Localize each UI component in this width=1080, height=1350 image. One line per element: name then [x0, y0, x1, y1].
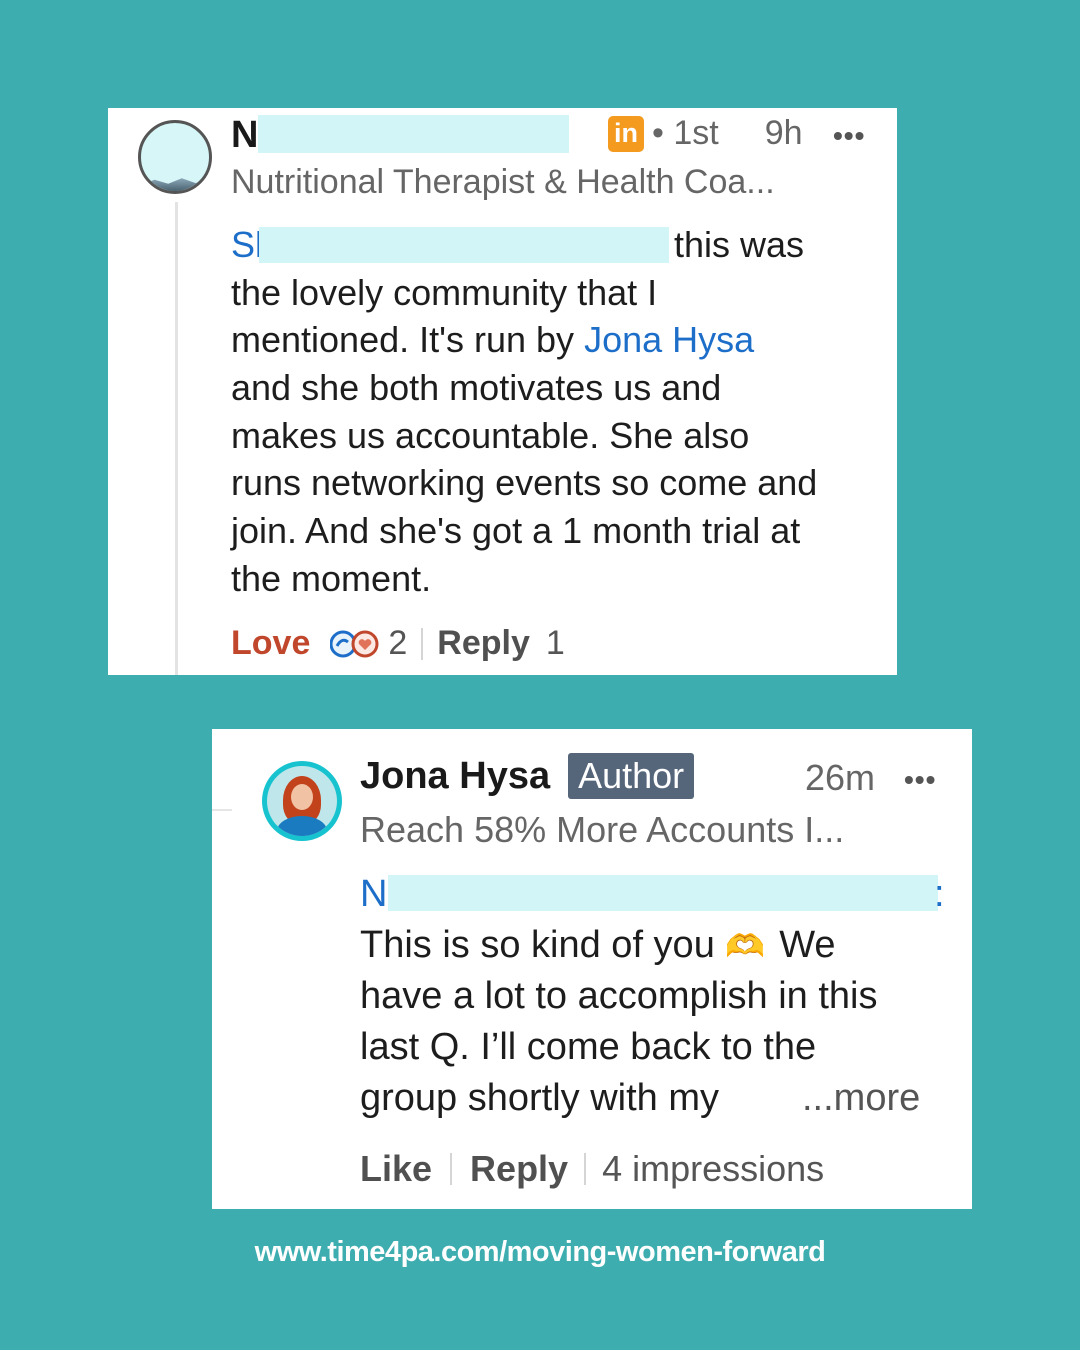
body-line-text: This is so kind of you: [360, 924, 726, 966]
comment-actions: Love 2 Reply 1: [231, 624, 565, 663]
reply-count: 1: [545, 624, 565, 662]
commenter-avatar[interactable]: [138, 120, 212, 194]
body-line: This is so kind of you 🫶 We: [360, 920, 960, 971]
mention-link[interactable]: N: [360, 873, 387, 915]
body-line-text: group shortly with my: [360, 1077, 720, 1119]
linkedin-icon: in: [608, 115, 644, 152]
commenter-name-initial[interactable]: N: [231, 114, 258, 157]
thread-connector: [212, 809, 232, 811]
body-line: last Q. I’ll come back to the: [360, 1026, 817, 1068]
love-button[interactable]: Love: [231, 624, 310, 663]
reaction-icons[interactable]: [330, 629, 380, 659]
comment-time: 9h: [764, 114, 803, 152]
author-badge: Author: [568, 753, 695, 799]
reply-body: N : This is so kind of you 🫶 We have a lo…: [360, 869, 960, 1124]
body-line: and she both motivates us and: [231, 367, 722, 409]
connection-degree: • 1st: [652, 114, 719, 152]
author-headline: Reach 58% More Accounts I...: [360, 809, 845, 850]
reaction-clap-heart-icon: [330, 630, 379, 657]
reply-card: Jona Hysa Author 26m ••• Reach 58% More …: [212, 729, 972, 1209]
commenter-headline: Nutritional Therapist & Health Coa...: [231, 163, 775, 201]
divider: [584, 1153, 587, 1185]
body-line: runs networking events so come and: [231, 462, 818, 504]
like-button[interactable]: Like: [360, 1148, 432, 1190]
body-line: group shortly with my ...more: [360, 1073, 960, 1124]
more-options-icon[interactable]: •••: [833, 120, 865, 152]
author-name-row: Jona Hysa Author: [360, 753, 695, 799]
reply-actions: Like Reply 4 impressions: [360, 1148, 824, 1190]
body-line-text: mentioned. It's run by: [231, 319, 585, 361]
thread-line: [175, 202, 178, 675]
reply-button[interactable]: Reply: [470, 1148, 568, 1190]
body-line: the moment.: [231, 557, 432, 599]
author-name[interactable]: Jona Hysa: [360, 755, 550, 798]
redacted-mention: [388, 875, 938, 911]
comment-card: N in • 1st 9h ••• Nutritional Therapist …: [108, 108, 897, 675]
mention-jona-hysa[interactable]: Jona Hysa: [584, 319, 754, 360]
divider: [450, 1153, 453, 1185]
avatar-landscape: [141, 178, 209, 191]
body-line-text: We: [779, 924, 836, 966]
body-line: have a lot to accomplish in this: [360, 975, 878, 1017]
more-options-icon[interactable]: •••: [904, 764, 936, 796]
reply-time: 26m: [805, 757, 876, 798]
body-line: join. And she's got a 1 month trial at: [231, 510, 801, 552]
redacted-name: [258, 115, 569, 153]
footer-url[interactable]: www.time4pa.com/moving-women-forward: [0, 1236, 1080, 1269]
body-line: mentioned. It's run by Jona Hysa: [231, 316, 891, 364]
reply-button[interactable]: Reply: [437, 624, 530, 663]
comment-meta: in • 1st 9h: [608, 114, 803, 153]
avatar-photo: [267, 766, 337, 836]
heart-hands-icon: 🫶: [725, 928, 766, 964]
see-more-link[interactable]: ...more: [802, 1073, 920, 1124]
impressions-count: 4 impressions: [602, 1148, 825, 1189]
body-line: makes us accountable. She also: [231, 414, 750, 456]
reaction-count: 2: [388, 624, 408, 662]
body-line: the lovely community that I: [231, 271, 658, 313]
body-line: this was: [674, 224, 805, 265]
comment-body: Sl this was the lovely community that I …: [231, 221, 891, 603]
author-avatar[interactable]: [262, 761, 342, 841]
divider: [421, 627, 424, 660]
mention-tail: :: [934, 873, 945, 915]
redacted-mention: [259, 227, 669, 263]
